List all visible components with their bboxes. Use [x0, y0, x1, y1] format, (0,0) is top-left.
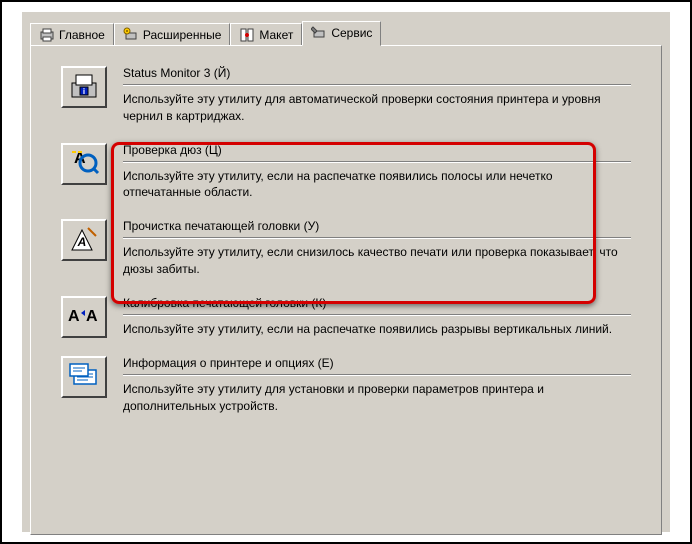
service-panel: i Status Monitor 3 (Й) Используйте эту у…	[30, 45, 662, 535]
utility-description: Используйте эту утилиту, если снизилось …	[123, 244, 631, 278]
tab-label: Расширенные	[143, 28, 222, 42]
utility-head-cleaning: A Прочистка печатающей головки (У) Испол…	[61, 219, 631, 278]
utility-alignment: AA Калибровка печатающей головки (К) Исп…	[61, 296, 631, 338]
utility-title: Проверка дюз (Ц)	[123, 143, 631, 162]
alignment-button[interactable]: AA	[61, 296, 107, 338]
nozzle-check-button[interactable]: A	[61, 143, 107, 185]
tab-label: Главное	[59, 28, 105, 42]
utility-text: Информация о принтере и опциях (Е) Испол…	[123, 356, 631, 415]
utility-text: Прочистка печатающей головки (У) Использ…	[123, 219, 631, 278]
wrench-printer-icon	[311, 25, 327, 41]
alignment-icon: AA	[66, 303, 102, 330]
tab-strip: Главное Расширенные Макет Сервис	[22, 12, 670, 45]
printer-info-icon	[68, 360, 100, 393]
utility-title: Status Monitor 3 (Й)	[123, 66, 631, 85]
tab-service[interactable]: Сервис	[302, 21, 381, 46]
utility-status-monitor: i Status Monitor 3 (Й) Используйте эту у…	[61, 66, 631, 125]
utility-nozzle-check: A Проверка дюз (Ц) Используйте эту утили…	[61, 143, 631, 202]
tab-layout[interactable]: Макет	[230, 23, 302, 46]
utility-title: Прочистка печатающей головки (У)	[123, 219, 631, 238]
svg-text:A: A	[68, 308, 80, 325]
window-frame: Главное Расширенные Макет Сервис	[0, 0, 692, 544]
utility-text: Проверка дюз (Ц) Используйте эту утилиту…	[123, 143, 631, 202]
svg-text:A: A	[77, 235, 87, 249]
printer-properties-dialog: Главное Расширенные Макет Сервис	[22, 12, 670, 532]
svg-text:i: i	[83, 87, 85, 96]
status-monitor-button[interactable]: i	[61, 66, 107, 108]
tab-label: Сервис	[331, 26, 372, 40]
utility-title: Калибровка печатающей головки (К)	[123, 296, 631, 315]
tab-main[interactable]: Главное	[30, 23, 114, 46]
printer-icon	[39, 27, 55, 43]
head-cleaning-button[interactable]: A	[61, 219, 107, 261]
gear-printer-icon	[123, 27, 139, 43]
tab-label: Макет	[259, 28, 293, 42]
utility-title: Информация о принтере и опциях (Е)	[123, 356, 631, 375]
status-monitor-icon: i	[68, 71, 100, 104]
utility-description: Используйте эту утилиту для автоматическ…	[123, 91, 631, 125]
svg-text:A: A	[86, 308, 98, 325]
layout-icon	[239, 27, 255, 43]
tab-advanced[interactable]: Расширенные	[114, 23, 231, 46]
printer-info-button[interactable]	[61, 356, 107, 398]
utility-text: Калибровка печатающей головки (К) Исполь…	[123, 296, 631, 338]
utility-description: Используйте эту утилиту для установки и …	[123, 381, 631, 415]
utility-printer-info: Информация о принтере и опциях (Е) Испол…	[61, 356, 631, 415]
utility-text: Status Monitor 3 (Й) Используйте эту ути…	[123, 66, 631, 125]
nozzle-check-icon: A	[68, 147, 100, 180]
utility-description: Используйте эту утилиту, если на распеча…	[123, 321, 631, 338]
head-cleaning-icon: A	[68, 224, 100, 257]
utility-description: Используйте эту утилиту, если на распеча…	[123, 168, 631, 202]
